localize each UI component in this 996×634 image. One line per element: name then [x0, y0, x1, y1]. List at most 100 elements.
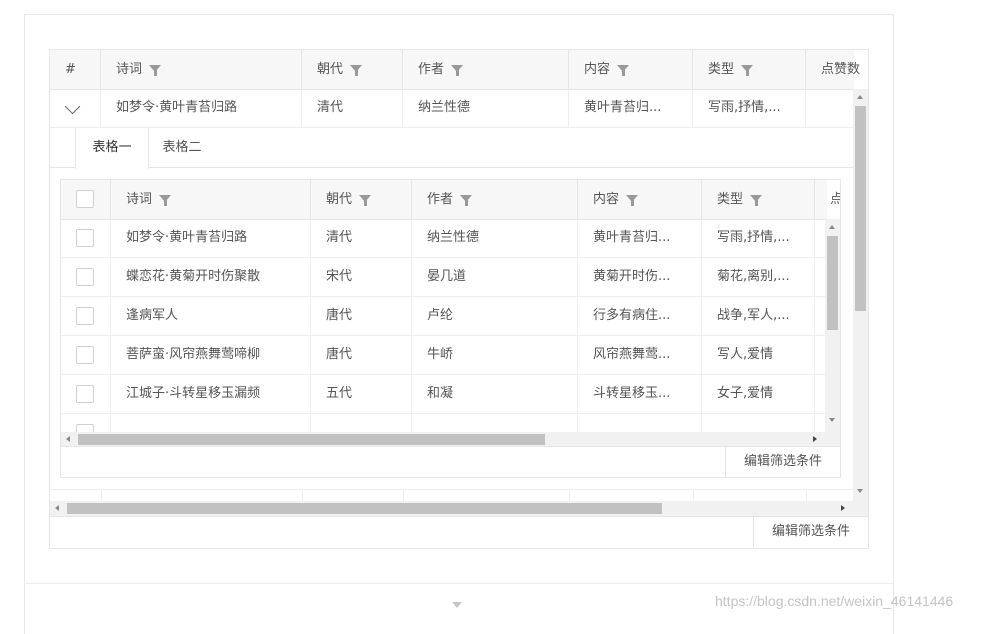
outer-vertical-scrollbar[interactable] — [853, 89, 868, 501]
row-select-cell[interactable] — [61, 297, 111, 335]
filter-icon[interactable] — [149, 65, 162, 76]
col-index-header: # — [50, 50, 101, 89]
filter-icon[interactable] — [741, 65, 754, 76]
cell-dynasty: 清代 — [302, 89, 403, 127]
scroll-left-icon[interactable] — [66, 436, 70, 442]
cell-divider — [412, 414, 578, 432]
cell-type: 女子,爱情 — [702, 375, 815, 413]
cell-poem: 如梦令·黄叶青苔归路 — [101, 89, 302, 127]
cell-divider — [311, 414, 412, 432]
select-all-header[interactable] — [61, 180, 111, 219]
table-row[interactable]: 逢病军人 唐代 卢纶 行多有病住... 战争,军人,... — [61, 297, 827, 336]
table-row[interactable]: 菩萨蛮·风帘燕舞莺啼柳 唐代 牛峤 风帘燕舞莺... 写人,爱情 — [61, 336, 827, 375]
cell-content: 黄叶青苔归... — [578, 219, 702, 257]
outer-vertical-scroll-thumb[interactable] — [855, 106, 866, 311]
cell-likes — [806, 89, 854, 127]
tab-table-one[interactable]: 表格一 — [75, 128, 149, 169]
tab-table-two[interactable]: 表格二 — [147, 128, 217, 168]
scroll-up-icon[interactable] — [829, 225, 835, 229]
table-row[interactable]: 蝶恋花·黄菊开时伤聚散 宋代 晏几道 黄菊开时伤... 菊花,离别,... — [61, 258, 827, 297]
inner-vertical-scroll-thumb[interactable] — [827, 236, 838, 330]
row-checkbox[interactable] — [76, 385, 94, 403]
scroll-down-icon[interactable] — [857, 489, 863, 493]
table-row[interactable]: 如梦令·黄叶青苔归路 清代 纳兰性德 黄叶青苔归... 写雨,抒情,... — [61, 219, 827, 258]
row-select-cell[interactable] — [61, 336, 111, 374]
row-checkbox[interactable] — [76, 307, 94, 325]
row-select-cell[interactable] — [61, 414, 111, 432]
filter-icon[interactable] — [617, 65, 630, 76]
cell-divider — [578, 414, 702, 432]
outer-table-header: # 诗词 朝代 作者 内容 类型 点赞数 — [50, 50, 860, 90]
cell-type: 战争,军人,... — [702, 297, 815, 335]
cell-dynasty: 唐代 — [311, 297, 412, 335]
row-select-cell[interactable] — [61, 258, 111, 296]
scroll-up-icon[interactable] — [857, 95, 863, 99]
table-row-expanded[interactable]: 如梦令·黄叶青苔归路 清代 纳兰性德 黄叶青苔归... 写雨,抒情,... — [50, 89, 854, 128]
outer-horizontal-scroll-thumb[interactable] — [67, 503, 662, 514]
cell-dynasty: 唐代 — [311, 336, 412, 374]
outer-table-footer: 编辑筛选条件 — [50, 516, 868, 548]
row-checkbox[interactable] — [76, 229, 94, 247]
inner-horizontal-scroll-thumb[interactable] — [78, 434, 545, 445]
col-likes-header[interactable]: 点赞数 — [806, 50, 866, 89]
col-dynasty-header[interactable]: 朝代 — [311, 180, 412, 219]
filter-icon[interactable] — [750, 195, 763, 206]
outer-table: # 诗词 朝代 作者 内容 类型 点赞数 如梦令·黄叶青苔归路 清代 纳兰性德 … — [49, 49, 869, 549]
row-select-cell[interactable] — [61, 375, 111, 413]
expand-cell[interactable] — [50, 89, 101, 127]
col-author-header[interactable]: 作者 — [403, 50, 569, 89]
cell-author: 卢纶 — [412, 297, 578, 335]
col-content-header[interactable]: 内容 — [578, 180, 702, 219]
col-type-header[interactable]: 类型 — [693, 50, 806, 89]
cell-divider — [702, 414, 815, 432]
col-author-header[interactable]: 作者 — [412, 180, 578, 219]
chevron-down-icon[interactable] — [64, 98, 81, 115]
row-select-cell[interactable] — [61, 219, 111, 257]
cell-content: 黄菊开时伤... — [578, 258, 702, 296]
cell-poem: 蝶恋花·黄菊开时伤聚散 — [111, 258, 311, 296]
cell-author: 纳兰性德 — [412, 219, 578, 257]
edit-filter-button[interactable]: 编辑筛选条件 — [752, 517, 868, 547]
row-checkbox[interactable] — [76, 346, 94, 364]
col-dynasty-header[interactable]: 朝代 — [302, 50, 403, 89]
edit-filter-button[interactable]: 编辑筛选条件 — [724, 447, 840, 477]
watermark-text: https://blog.csdn.net/weixin_46141446 — [715, 593, 954, 609]
cell-type: 写人,爱情 — [702, 336, 815, 374]
cell-content: 行多有病住... — [578, 297, 702, 335]
filter-icon[interactable] — [350, 65, 363, 76]
caret-down-icon[interactable] — [452, 602, 462, 608]
cell-divider — [111, 414, 311, 432]
col-likes-header[interactable]: 点 — [815, 180, 840, 219]
cell-poem: 如梦令·黄叶青苔归路 — [111, 219, 311, 257]
col-content-header[interactable]: 内容 — [569, 50, 693, 89]
scroll-right-icon[interactable] — [841, 505, 845, 511]
cell-poem: 江城子·斗转星移玉漏频 — [111, 375, 311, 413]
col-poem-header[interactable]: 诗词 — [111, 180, 311, 219]
row-checkbox[interactable] — [76, 268, 94, 286]
filter-icon[interactable] — [359, 195, 372, 206]
scroll-left-icon[interactable] — [55, 505, 59, 511]
cell-content: 斗转星移玉... — [578, 375, 702, 413]
filter-icon[interactable] — [451, 65, 464, 76]
select-all-checkbox[interactable] — [76, 190, 94, 208]
row-checkbox[interactable] — [76, 424, 94, 432]
cell-author: 和凝 — [412, 375, 578, 413]
filter-icon[interactable] — [460, 195, 473, 206]
table-row[interactable]: 江城子·斗转星移玉漏频 五代 和凝 斗转星移玉... 女子,爱情 — [61, 375, 827, 414]
table-row-partial[interactable] — [61, 414, 827, 432]
cell-content: 黄叶青苔归... — [569, 89, 693, 127]
inner-horizontal-scrollbar[interactable] — [61, 432, 840, 446]
inner-vertical-scrollbar[interactable] — [825, 219, 840, 433]
scroll-right-icon[interactable] — [813, 436, 817, 442]
filter-icon[interactable] — [159, 195, 172, 206]
cell-type: 写雨,抒情,... — [693, 89, 806, 127]
outer-horizontal-scrollbar[interactable] — [50, 501, 868, 516]
filter-icon[interactable] — [626, 195, 639, 206]
cell-type: 菊花,离别,... — [702, 258, 815, 296]
cell-content: 风帘燕舞莺... — [578, 336, 702, 374]
col-poem-header[interactable]: 诗词 — [101, 50, 302, 89]
scroll-down-icon[interactable] — [829, 418, 835, 422]
inner-table: 诗词 朝代 作者 内容 类型 点 如梦令·黄叶青苔归路 清代 纳兰性德 黄叶青苔… — [60, 179, 841, 478]
col-type-header[interactable]: 类型 — [702, 180, 815, 219]
cell-type: 写雨,抒情,... — [702, 219, 815, 257]
